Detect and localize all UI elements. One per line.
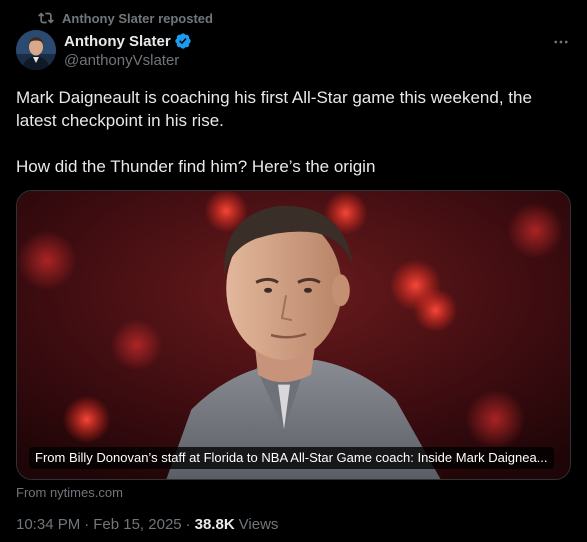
verified-badge-icon [174, 32, 192, 50]
author-name[interactable]: Anthony Slater [64, 33, 171, 50]
tweet-paragraph: How did the Thunder find him? Here’s the… [16, 157, 376, 176]
views-label: Views [238, 516, 279, 533]
meta-separator: · [84, 516, 90, 533]
author-handle[interactable]: @anthonyVslater [64, 52, 179, 69]
card-title[interactable]: From Billy Donovan’s staff at Florida to… [29, 447, 554, 469]
tweet-time[interactable]: 10:34 PM [16, 516, 80, 533]
repost-header[interactable]: Anthony Slater reposted [38, 10, 213, 26]
more-options-icon[interactable] [551, 34, 571, 50]
tweet-text: Mark Daigneault is coaching his first Al… [16, 86, 571, 178]
tweet-date[interactable]: Feb 15, 2025 [93, 516, 181, 533]
repost-label: Anthony Slater reposted [62, 10, 213, 26]
avatar[interactable] [16, 30, 56, 70]
tweet-meta: 10:34 PM · Feb 15, 2025 · 38.8K Views [16, 516, 278, 533]
views-count[interactable]: 38.8K [195, 516, 235, 533]
tweet-paragraph: Mark Daigneault is coaching his first Al… [16, 88, 532, 130]
link-card[interactable]: From Billy Donovan’s staff at Florida to… [16, 190, 571, 480]
repost-icon [38, 10, 54, 26]
meta-separator: · [185, 516, 191, 533]
author-name-row[interactable]: Anthony Slater [64, 32, 192, 50]
card-image [17, 191, 570, 479]
card-source[interactable]: From nytimes.com [16, 485, 123, 500]
